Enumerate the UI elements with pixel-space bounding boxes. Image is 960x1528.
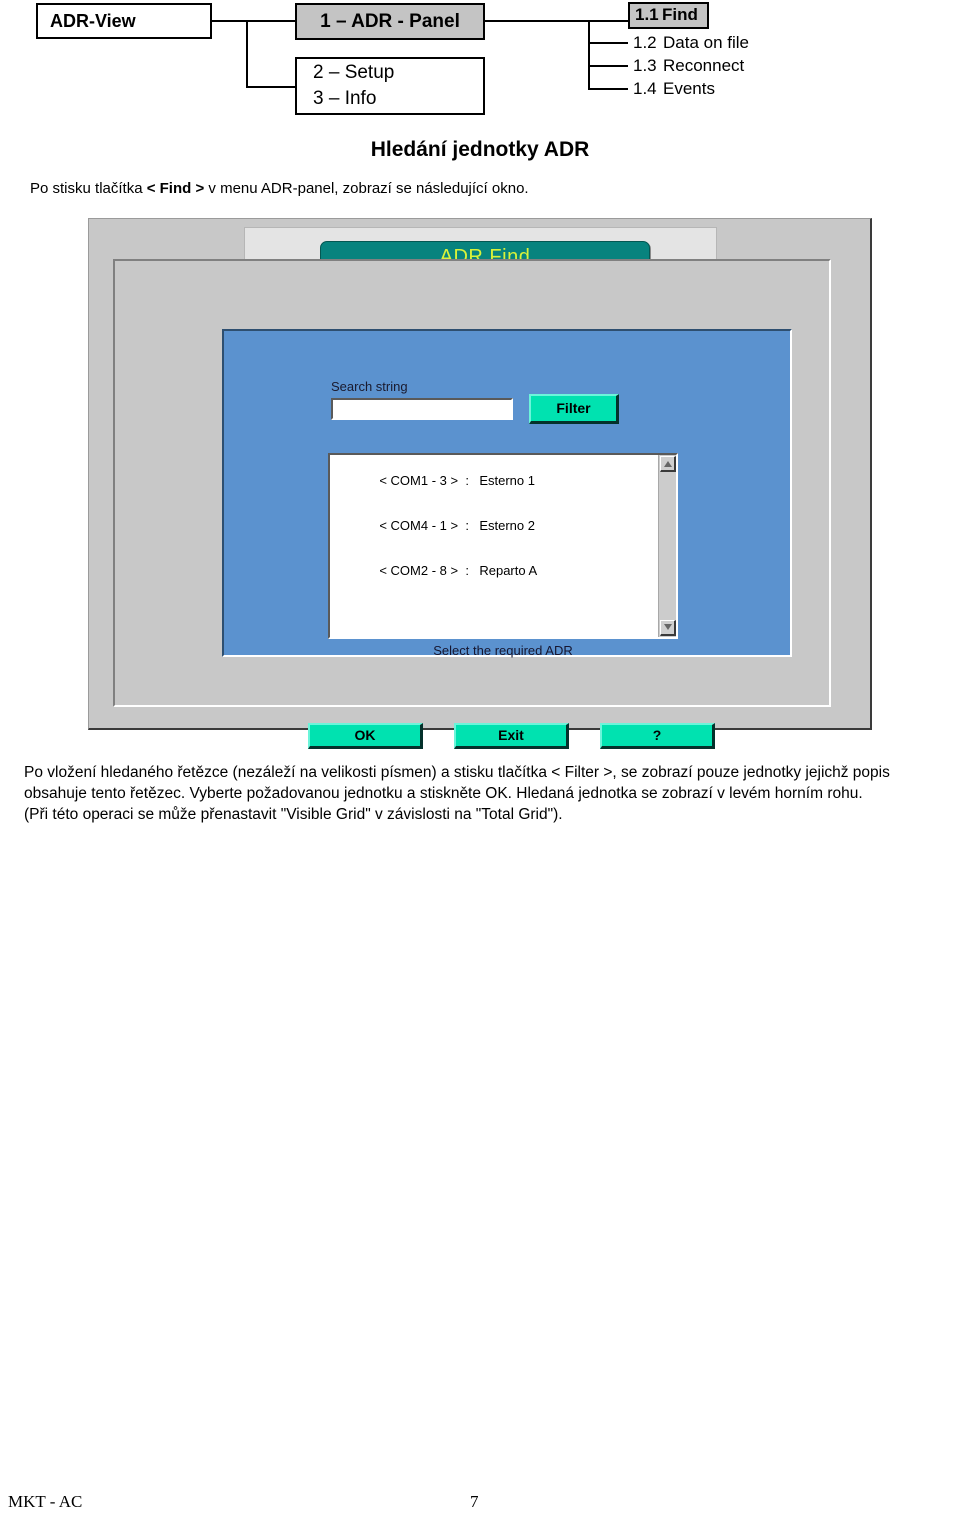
diagram-box-setup-label: 2 – Setup [313,62,395,83]
page-number: 7 [470,1492,479,1511]
list-item[interactable]: < COM1 - 3 >: Esterno 1 [336,458,676,503]
list-item-separator: : [465,518,469,533]
diagram-box-adr-view[interactable]: ADR-View [36,3,212,39]
adr-listbox-rows: < COM1 - 3 >: Esterno 1 < COM4 - 1 >: Este… [330,455,676,593]
submenu-item-reconnect-number: 1.3 [633,56,657,75]
connector-submenu-1 [588,20,628,22]
list-item[interactable]: < COM4 - 1 >: Esterno 2 [336,503,676,548]
submenu-item-events[interactable]: 1.4 Events [633,79,715,99]
list-item-port: < COM2 - 8 > [379,563,459,578]
intro-text-bold: < Find > [146,180,205,197]
list-item-name: Esterno 2 [479,518,535,533]
description-line-3: (Při této operaci se může přenastavit "V… [24,806,563,823]
exit-button[interactable]: Exit [454,723,569,749]
diagram-box-adr-view-label: ADR-View [50,10,136,31]
scroll-down-icon[interactable] [660,620,676,636]
diagram-box-setup-info[interactable]: 2 – Setup 3 – Info [295,57,485,115]
connector-panel-to-submenu [485,20,590,22]
submenu-list: 1.1 Find 1.2 Data on file 1.3 Reconnect 1.4… [628,0,958,110]
connector-root-to-junction [212,20,248,22]
list-item-separator: : [465,473,469,488]
diagram-box-adr-panel-label: 1 – ADR - Panel [320,11,460,32]
submenu-item-data-on-file-label: Data on file [663,33,749,52]
submenu-item-reconnect-label: Reconnect [663,56,745,75]
intro-paragraph: Po stisku tlačítka < Find > v menu ADR-p… [30,180,790,197]
submenu-item-events-label: Events [663,79,715,98]
connector-junction-to-setup [246,86,297,88]
footer-label: MKT - AC [8,1492,83,1511]
list-item-port: < COM1 - 3 > [379,473,459,488]
dialog-client-area: Search string Filter < COM1 - 3 >: Estern… [222,329,792,658]
submenu-item-find-number: 1.1 [635,5,659,24]
list-item-separator: : [465,563,469,578]
connector-submenu-3 [588,65,628,67]
diagram-box-info-label: 3 – Info [313,88,377,109]
dialog-inner-frame: Search string Filter < COM1 - 3 >: Estern… [113,259,831,749]
list-item-name: Esterno 1 [479,473,535,488]
filter-button[interactable]: Filter [529,394,619,424]
submenu-item-reconnect[interactable]: 1.3 Reconnect [633,56,744,76]
ok-button[interactable]: OK [308,723,423,749]
menu-tree-diagram: ADR-View 1 – ADR - Panel 2 – Setup 3 – I… [0,0,960,130]
selection-hint: Select the required ADR [433,643,573,658]
listbox-scrollbar[interactable] [658,455,676,637]
connector-submenu-2 [588,42,628,44]
adr-listbox[interactable]: < COM1 - 3 >: Esterno 1 < COM4 - 1 >: Este… [328,453,678,639]
intro-text-after: v menu ADR-panel, zobrazí se následující… [204,180,529,197]
search-input[interactable] [331,398,513,420]
list-item[interactable]: < COM2 - 8 >: Reparto A [336,548,676,593]
connector-submenu-trunk [588,20,590,88]
scroll-up-icon[interactable] [660,456,676,472]
connector-submenu-4 [588,88,628,90]
triangle-up-icon [664,461,672,467]
description-line-2: obsahuje tento řetězec. Vyberte požadova… [24,785,863,802]
connector-junction-to-panel [246,20,297,22]
diagram-box-adr-panel[interactable]: 1 – ADR - Panel [295,3,485,40]
submenu-item-data-on-file-number: 1.2 [633,33,657,52]
description-paragraph: Po vložení hledaného řetězce (nezáleží n… [24,762,939,825]
intro-text-before: Po stisku tlačítka [30,180,147,197]
adr-find-window[interactable]: ADR Find Search string Filter < COM1 - 3… [88,218,872,749]
submenu-item-data-on-file[interactable]: 1.2 Data on file [633,33,749,53]
list-item-name: Reparto A [479,563,538,578]
submenu-item-find[interactable]: 1.1 Find [628,2,709,29]
triangle-down-icon [664,624,672,630]
help-button[interactable]: ? [600,723,715,749]
description-line-1: Po vložení hledaného řetězce (nezáleží n… [24,764,890,781]
search-string-label: Search string [331,379,408,394]
section-heading: Hledání jednotky ADR [370,138,590,161]
list-item-port: < COM4 - 1 > [379,518,459,533]
submenu-item-events-number: 1.4 [633,79,657,98]
connector-vertical-trunk [246,20,248,88]
submenu-item-find-label: Find [662,5,698,24]
